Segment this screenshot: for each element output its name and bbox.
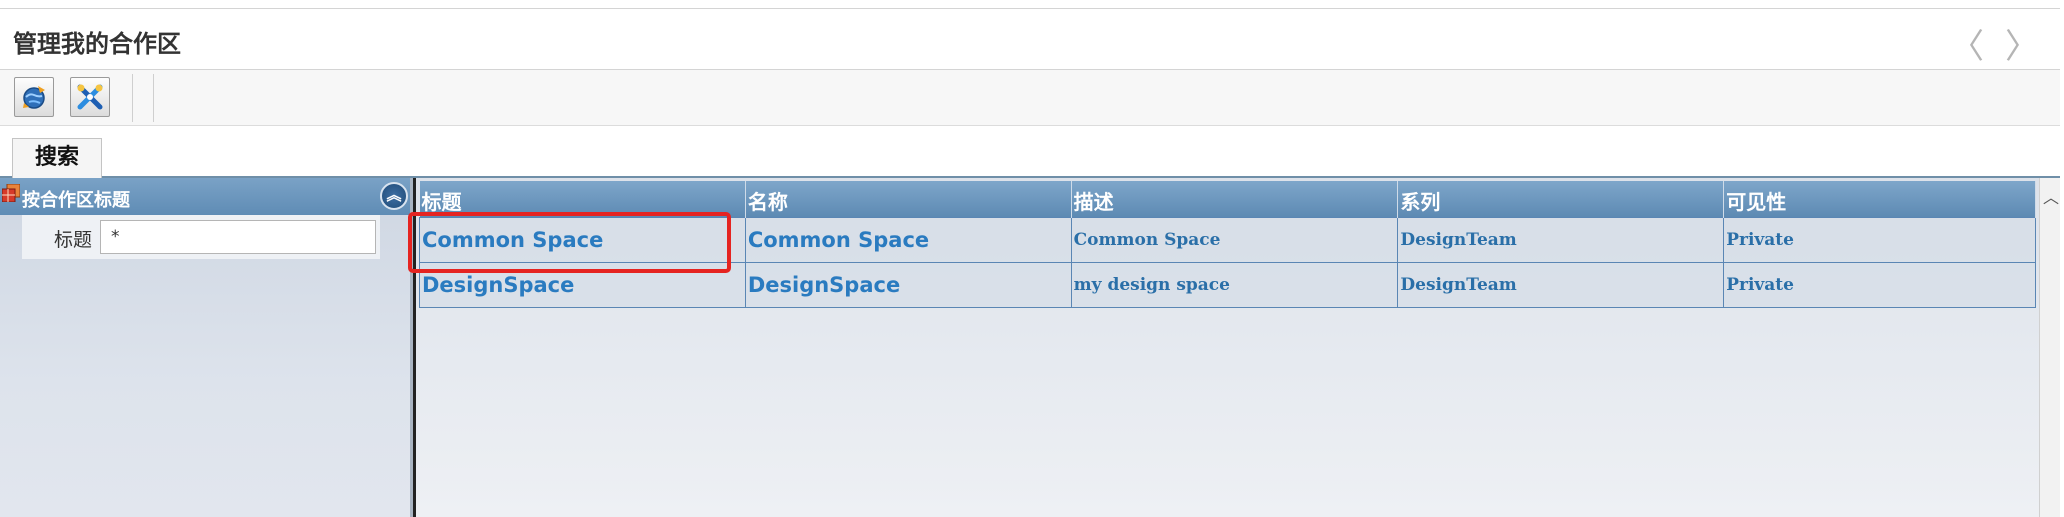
chevron-left-icon[interactable]: 〈 [1950,19,1984,68]
collapse-button[interactable]: ︽ [380,182,408,210]
refresh-button[interactable] [14,77,54,117]
table-grid-icon [2,184,20,202]
column-header-name[interactable]: 名称 [745,181,1072,217]
page-title: 管理我的合作区 [13,30,181,58]
table-row[interactable]: Common Space Common Space Common Space D… [419,216,2036,263]
toolbar [0,70,2060,126]
tab-strip: 搜索 [0,126,2060,178]
workspace-visibility: Private [1726,274,1794,295]
results-grid-area: 标题 名称 描述 系列 可见性 Common Space Common Spac… [416,178,2039,517]
workspace-series: DesignTeam [1400,274,1517,295]
title-bar: 管理我的合作区 〈 〉 [0,8,2060,70]
vertical-scrollbar[interactable]: ︿ [2039,178,2060,517]
search-panel-header: 按合作区标题 ︽ [0,178,410,215]
workspace-name-link[interactable]: DesignSpace [748,273,900,297]
collaborate-button[interactable] [70,77,110,117]
workspace-description: my design space [1073,274,1230,295]
chevron-right-icon[interactable]: 〉 [2005,19,2039,68]
title-filter-row: 标题 [22,215,380,259]
workspace-series: DesignTeam [1400,229,1517,250]
table-row[interactable]: DesignSpace DesignSpace my design space … [419,261,2036,308]
results-table: 标题 名称 描述 系列 可见性 Common Space Common Spac… [419,181,2036,308]
toolbar-divider [153,74,154,122]
workspace-title-link[interactable]: DesignSpace [422,273,574,297]
table-header-row: 标题 名称 描述 系列 可见性 [419,181,2036,217]
column-header-description[interactable]: 描述 [1071,181,1399,217]
double-chevron-up-icon: ︽ [386,186,402,204]
workspace-manager-window: 管理我的合作区 〈 〉 搜索 按合作区标题 ︽ 标题 * 标题 名称 描述 系列… [0,0,2064,517]
search-panel-title: 按合作区标题 [22,190,130,211]
column-header-visibility[interactable]: 可见性 [1723,181,2036,217]
column-header-title[interactable]: 标题 [419,181,746,217]
workspace-visibility: Private [1726,229,1794,250]
title-filter-label: 标题 [54,229,93,251]
column-header-series[interactable]: 系列 [1397,181,1725,217]
refresh-globe-icon [23,86,45,109]
workspace-title-link[interactable]: Common Space [422,228,603,252]
collaborate-tools-icon [77,84,103,110]
toolbar-divider [132,74,133,122]
workspace-name-link[interactable]: Common Space [748,228,929,252]
title-filter-input[interactable] [100,220,376,254]
scroll-up-icon[interactable]: ︿ [2043,184,2059,208]
search-panel: 按合作区标题 ︽ 标题 [0,178,413,517]
tab-search[interactable]: 搜索 [12,138,103,178]
workspace-description: Common Space [1073,229,1221,250]
